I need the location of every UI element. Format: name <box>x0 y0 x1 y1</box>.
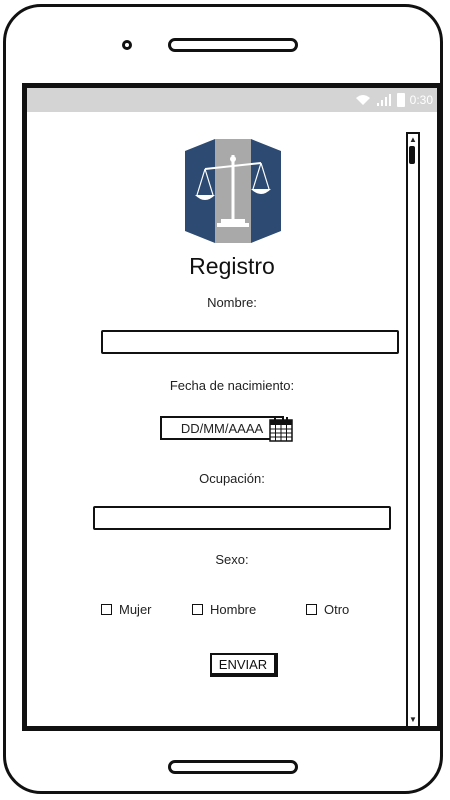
name-input[interactable] <box>101 330 399 354</box>
otro-checkbox[interactable] <box>306 603 317 615</box>
sex-option-otro[interactable]: Otro <box>306 599 349 619</box>
speaker <box>168 38 298 52</box>
scales-of-justice-icon <box>185 139 281 243</box>
page-title: Registro <box>189 253 275 279</box>
camera <box>122 40 132 50</box>
otro-label: Otro <box>324 601 350 617</box>
wifi-icon <box>355 95 370 105</box>
scroll-down-arrow-icon[interactable]: ▼ <box>408 715 418 725</box>
phone-frame: 0:30 Registro Nombre: Fecha de nacimient… <box>3 4 443 794</box>
scroll-thumb[interactable] <box>409 146 415 164</box>
mujer-checkbox[interactable] <box>101 603 112 615</box>
sex-option-mujer[interactable]: Mujer <box>101 599 152 619</box>
scrollbar[interactable]: ▲ ▼ <box>406 132 420 726</box>
hombre-label: Hombre <box>210 601 257 617</box>
occupation-input[interactable] <box>93 506 391 530</box>
screen: 0:30 Registro Nombre: Fecha de nacimient… <box>22 83 442 731</box>
hombre-checkbox[interactable] <box>192 603 203 615</box>
signal-icon <box>376 94 391 106</box>
birthdate-input[interactable] <box>160 416 284 440</box>
mujer-label: Mujer <box>119 601 152 617</box>
status-time: 0:30 <box>409 93 433 107</box>
sex-label: Sexo: <box>215 552 249 567</box>
occupation-label: Ocupación: <box>199 471 265 486</box>
submit-button[interactable]: ENVIAR <box>210 653 278 677</box>
birthdate-label: Fecha de nacimiento: <box>169 378 295 393</box>
home-button[interactable] <box>168 760 298 774</box>
calendar-icon[interactable] <box>269 416 293 442</box>
scroll-up-arrow-icon[interactable]: ▲ <box>408 135 418 145</box>
name-label: Nombre: <box>207 295 257 310</box>
battery-icon <box>396 93 405 107</box>
sex-option-hombre[interactable]: Hombre <box>192 599 256 619</box>
status-bar: 0:30 <box>27 88 437 112</box>
